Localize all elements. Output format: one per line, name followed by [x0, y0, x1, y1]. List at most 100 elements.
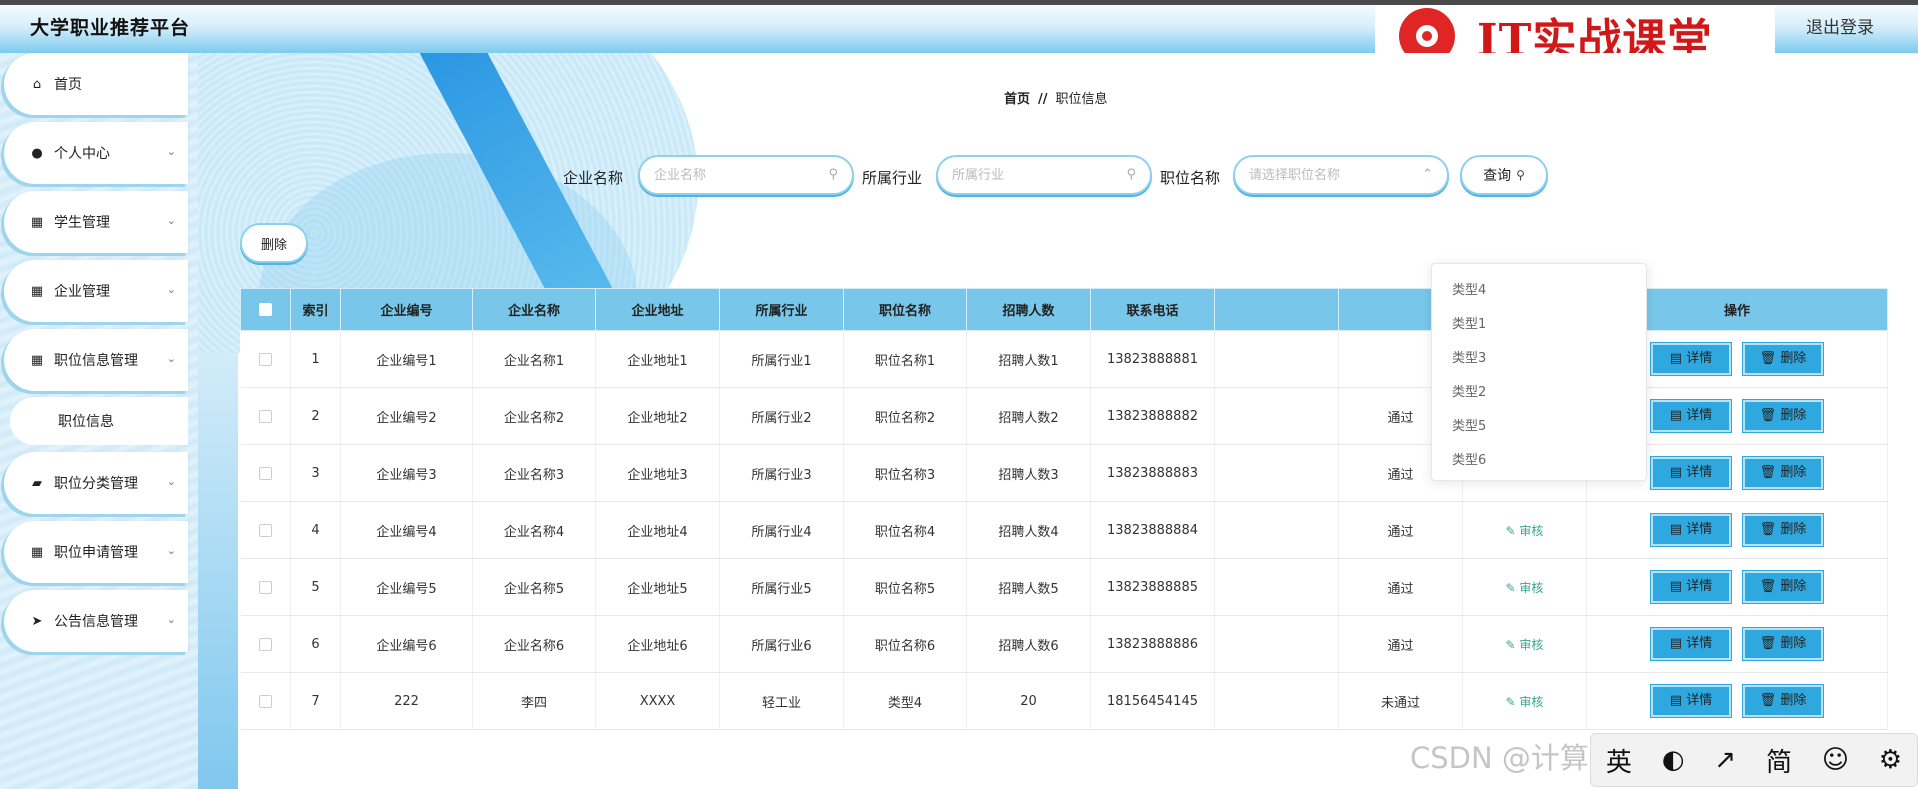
audit-link[interactable]: ✎ 审核 [1506, 638, 1544, 652]
delete-button[interactable]: 🗑 删除 [1742, 570, 1824, 604]
position-name-select[interactable]: ⌃ [1233, 155, 1449, 195]
cell-status: 通过 [1338, 501, 1463, 559]
select-all-checkbox[interactable] [259, 303, 272, 316]
column-header: 招聘人数 [966, 288, 1091, 331]
dropdown-option[interactable]: 类型4 [1432, 274, 1646, 308]
cell-position: 类型4 [843, 672, 967, 730]
audit-link-label: 审核 [1519, 580, 1544, 595]
delete-button[interactable]: 🗑 删除 [1742, 456, 1824, 490]
row-checkbox-cell[interactable] [240, 501, 291, 559]
column-header [1214, 288, 1339, 331]
delete-button[interactable]: 🗑 删除 [1742, 399, 1824, 433]
detail-button[interactable]: ▤ 详情 [1650, 342, 1732, 376]
chevron-down-icon: ⌄ [166, 352, 176, 365]
row-checkbox[interactable] [258, 580, 272, 594]
row-checkbox-cell[interactable] [240, 387, 291, 445]
ime-mode-icon[interactable]: 英 [1606, 742, 1632, 779]
audit-link[interactable]: ✎ 审核 [1506, 695, 1544, 709]
position-name-input[interactable] [1249, 167, 1419, 183]
row-checkbox-cell[interactable] [240, 558, 291, 616]
sidebar-item-label: 职位信息管理 [54, 353, 138, 369]
grid-icon: ▦ [30, 352, 44, 368]
breadcrumb-home[interactable]: 首页 [1004, 92, 1030, 107]
cell-phone: 13823888881 [1090, 330, 1215, 388]
cell-industry: 所属行业5 [719, 558, 844, 616]
industry-field[interactable]: ⚲ [936, 155, 1152, 195]
delete-button[interactable]: 🗑 删除 [1742, 684, 1824, 718]
delete-button-label: 删除 [1780, 408, 1807, 423]
detail-button[interactable]: ▤ 详情 [1650, 684, 1732, 718]
row-checkbox-cell[interactable] [240, 330, 291, 388]
ime-shape-icon[interactable]: ↗ [1714, 745, 1736, 775]
row-checkbox-cell[interactable] [240, 615, 291, 673]
row-checkbox[interactable] [258, 466, 272, 480]
sidebar-item-company-management[interactable]: ▦ 企业管理 ⌄ [4, 260, 188, 322]
sidebar-subitem-position-info[interactable]: 职位信息 [10, 397, 188, 445]
cell-phone: 13823888884 [1090, 501, 1215, 559]
industry-input[interactable] [952, 167, 1122, 183]
cell-name: 企业名称5 [472, 558, 596, 616]
detail-button[interactable]: ▤ 详情 [1650, 513, 1732, 547]
delete-button[interactable]: 🗑 删除 [1742, 627, 1824, 661]
audit-link[interactable]: ✎ 审核 [1506, 524, 1544, 538]
sidebar-item-application-management[interactable]: ▦ 职位申请管理 ⌄ [4, 521, 188, 583]
sidebar-item-student-management[interactable]: ▦ 学生管理 ⌄ [4, 191, 188, 253]
cell-index: 6 [290, 615, 341, 673]
sidebar-item-notice-management[interactable]: ➤ 公告信息管理 ⌄ [4, 590, 188, 652]
audit-link[interactable]: ✎ 审核 [1506, 581, 1544, 595]
row-checkbox[interactable] [258, 694, 272, 708]
delete-button-label: 删除 [1780, 579, 1807, 594]
cell-address: 企业地址3 [595, 444, 720, 502]
delete-button[interactable]: 🗑 删除 [1742, 513, 1824, 547]
sidebar-item-label: 职位申请管理 [54, 545, 138, 561]
cell-industry: 所属行业4 [719, 501, 844, 559]
detail-button[interactable]: ▤ 详情 [1650, 570, 1732, 604]
row-checkbox[interactable] [258, 409, 272, 423]
logout-button[interactable]: 退出登录 [1806, 13, 1874, 38]
select-all-checkbox-cell[interactable] [240, 288, 291, 331]
cell-name: 企业名称6 [472, 615, 596, 673]
ime-emoji-icon[interactable]: ☺ [1822, 745, 1849, 775]
dropdown-option[interactable]: 类型3 [1432, 342, 1646, 376]
query-button[interactable]: 查询 ⚲ [1460, 155, 1548, 195]
cell-audit: ✎ 审核 [1462, 672, 1587, 730]
cell-count: 招聘人数5 [966, 558, 1091, 616]
ime-simplified-icon[interactable]: 简 [1766, 742, 1792, 779]
chevron-down-icon: ⌄ [166, 475, 176, 488]
cell-status: 未通过 [1338, 672, 1463, 730]
dropdown-option[interactable]: 类型1 [1432, 308, 1646, 342]
cell-count: 招聘人数6 [966, 615, 1091, 673]
ime-punctuation-icon[interactable]: ◐ [1662, 745, 1685, 775]
company-name-field[interactable]: ⚲ [638, 155, 854, 195]
trash-icon: 🗑 [1759, 693, 1781, 708]
dropdown-option[interactable]: 类型2 [1432, 376, 1646, 410]
delete-button[interactable]: 🗑 删除 [1742, 342, 1824, 376]
detail-button[interactable]: ▤ 详情 [1650, 399, 1732, 433]
cell-index: 3 [290, 444, 341, 502]
row-checkbox[interactable] [258, 637, 272, 651]
sidebar-item-personal-center[interactable]: ● 个人中心 ⌄ [4, 122, 188, 184]
sidebar-item-home[interactable]: ⌂ 首页 [4, 53, 188, 115]
cell-code: 企业编号2 [340, 387, 473, 445]
trash-icon: 🗑 [1759, 522, 1781, 537]
position-name-label: 职位名称 [1160, 169, 1221, 187]
detail-button[interactable]: ▤ 详情 [1650, 456, 1732, 490]
detail-button[interactable]: ▤ 详情 [1650, 627, 1732, 661]
ime-settings-icon[interactable]: ⚙ [1879, 745, 1902, 775]
row-checkbox-cell[interactable] [240, 672, 291, 730]
row-checkbox-cell[interactable] [240, 444, 291, 502]
detail-button-label: 详情 [1686, 693, 1713, 708]
cell-index: 5 [290, 558, 341, 616]
company-name-input[interactable] [654, 167, 824, 183]
dropdown-option[interactable]: 类型5 [1432, 410, 1646, 444]
batch-delete-button[interactable]: 删除 [240, 223, 308, 263]
audit-link-label: 审核 [1519, 523, 1544, 538]
row-checkbox[interactable] [258, 523, 272, 537]
chevron-down-icon: ⌄ [166, 544, 176, 557]
row-checkbox[interactable] [258, 352, 272, 366]
sidebar-item-category-management[interactable]: ▰ 职位分类管理 ⌄ [4, 452, 188, 514]
sidebar-item-position-management[interactable]: ▦ 职位信息管理 ⌄ [4, 329, 188, 391]
document-icon: ▤ [1669, 408, 1687, 423]
dropdown-option[interactable]: 类型6 [1432, 444, 1646, 478]
cell-address: 企业地址2 [595, 387, 720, 445]
